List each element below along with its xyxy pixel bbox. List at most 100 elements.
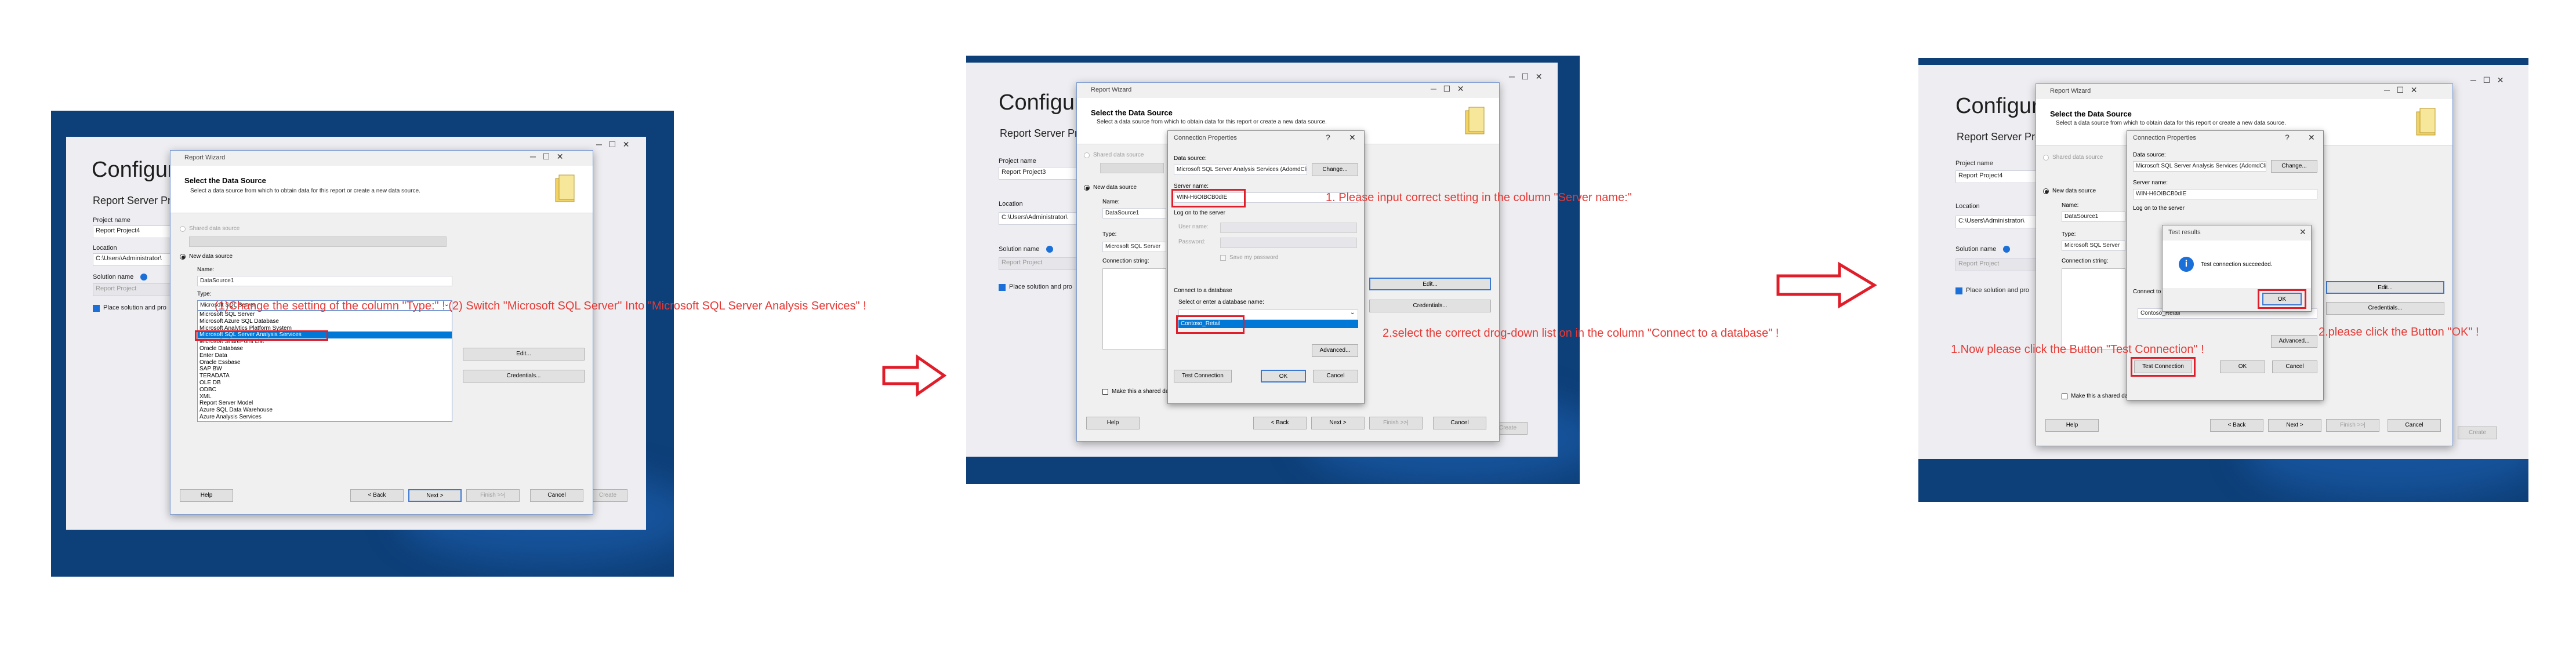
back-button[interactable]: < Back bbox=[350, 489, 404, 502]
type-option[interactable]: Microsoft Azure SQL Database bbox=[198, 318, 452, 325]
credentials-button[interactable]: Credentials... bbox=[1369, 300, 1491, 312]
type-option[interactable]: XML bbox=[198, 394, 452, 400]
edit-button[interactable]: Edit... bbox=[1369, 278, 1491, 290]
advanced-button[interactable]: Advanced... bbox=[2271, 335, 2317, 348]
type-label: Type: bbox=[1102, 231, 1117, 238]
finish-button[interactable]: Finish >>| bbox=[466, 489, 520, 502]
outer-window-controls: ─ ☐ ✕ bbox=[2470, 75, 2504, 85]
data-source-value: Microsoft SQL Server Analysis Services (… bbox=[1174, 165, 1307, 175]
cancel-button[interactable]: Cancel bbox=[2388, 419, 2441, 432]
help-button[interactable]: Help bbox=[2045, 419, 2099, 432]
change-button[interactable]: Change... bbox=[1312, 163, 1358, 176]
next-button[interactable]: Next > bbox=[408, 489, 462, 502]
ok-button[interactable]: OK bbox=[2220, 360, 2265, 373]
type-dropdown[interactable]: Microsoft SQL Server bbox=[2062, 241, 2125, 251]
project-name-input[interactable]: Report Project4 bbox=[93, 225, 174, 238]
solution-name-label: Solution name bbox=[93, 274, 134, 280]
type-option[interactable]: TERADATA bbox=[198, 373, 452, 380]
location-input[interactable]: C:\Users\Administrator\ bbox=[999, 212, 1080, 225]
wizard-window-controls[interactable]: ─ ☐ ✕ bbox=[530, 152, 564, 162]
location-input[interactable]: C:\Users\Administrator\ bbox=[1955, 216, 2037, 228]
type-dropdown[interactable]: Microsoft SQL Server bbox=[1102, 242, 1166, 252]
test-connection-button[interactable]: Test Connection bbox=[1174, 370, 1232, 382]
database-select-label: Select or enter a database name: bbox=[1178, 299, 1264, 305]
shared-datasource-dropdown[interactable] bbox=[189, 236, 447, 247]
type-option[interactable]: SAP BW bbox=[198, 366, 452, 373]
type-option[interactable]: OLE DB bbox=[198, 380, 452, 387]
cancel-button[interactable]: Cancel bbox=[530, 489, 583, 502]
new-radio[interactable] bbox=[180, 254, 186, 260]
finish-button[interactable]: Finish >>| bbox=[1369, 417, 1423, 429]
place-solution-checkbox[interactable] bbox=[1955, 287, 1962, 294]
shared-datasource-dropdown[interactable] bbox=[1100, 163, 1164, 173]
help-button[interactable]: Help bbox=[1086, 417, 1140, 429]
save-password-checkbox[interactable] bbox=[1220, 255, 1226, 261]
type-option[interactable]: Azure SQL Data Warehouse bbox=[198, 407, 452, 414]
type-option[interactable]: Report Server Model bbox=[198, 400, 452, 407]
project-name-input[interactable]: Report Project3 bbox=[999, 167, 1080, 180]
next-button[interactable]: Next > bbox=[2268, 419, 2321, 432]
type-option[interactable]: Oracle Essbase bbox=[198, 359, 452, 366]
help-icon[interactable]: ? bbox=[1326, 133, 1330, 142]
new-radio[interactable] bbox=[1084, 185, 1090, 191]
type-dropdown-list[interactable]: Microsoft SQL Server Microsoft Azure SQL… bbox=[197, 311, 452, 422]
ok-button[interactable]: OK bbox=[1261, 370, 1306, 382]
connection-string-box[interactable] bbox=[2062, 268, 2125, 349]
cancel-button[interactable]: Cancel bbox=[1433, 417, 1486, 429]
help-icon[interactable]: ? bbox=[2285, 133, 2290, 142]
advanced-button[interactable]: Advanced... bbox=[1312, 344, 1358, 357]
type-option[interactable]: Azure Analysis Services bbox=[198, 414, 452, 421]
solution-name-input[interactable]: Report Project bbox=[1955, 258, 2037, 271]
close-icon[interactable]: ✕ bbox=[2308, 133, 2315, 143]
user-name-input[interactable] bbox=[1220, 223, 1357, 233]
location-input[interactable]: C:\Users\Administrator\ bbox=[93, 253, 174, 266]
screenshot-panel-1: Configure Report Server Pro Project name… bbox=[51, 111, 674, 577]
create-button[interactable]: Create bbox=[588, 489, 627, 502]
project-name-input[interactable]: Report Project4 bbox=[1955, 170, 2037, 183]
wizard-window-controls[interactable]: ─ ☐ ✕ bbox=[1431, 84, 1464, 94]
solution-name-input[interactable]: Report Project bbox=[999, 257, 1080, 270]
new-radio-label: New data source bbox=[1093, 184, 1137, 191]
password-input[interactable] bbox=[1220, 238, 1357, 248]
back-button[interactable]: < Back bbox=[1253, 417, 1307, 429]
datasource-name-input[interactable]: DataSource1 bbox=[2062, 212, 2125, 222]
datasource-name-input[interactable]: DataSource1 bbox=[1102, 208, 1166, 218]
change-button[interactable]: Change... bbox=[2271, 160, 2317, 173]
next-button[interactable]: Next > bbox=[1311, 417, 1365, 429]
place-solution-label: Place solution and pro bbox=[1009, 283, 1072, 290]
datasource-name-input[interactable]: DataSource1 bbox=[197, 276, 452, 286]
cancel-button[interactable]: Cancel bbox=[2272, 360, 2317, 373]
type-option[interactable]: Enter Data bbox=[198, 352, 452, 359]
credentials-button[interactable]: Credentials... bbox=[463, 370, 585, 382]
finish-button[interactable]: Finish >>| bbox=[2326, 419, 2379, 432]
name-label: Name: bbox=[2062, 202, 2079, 209]
help-button[interactable]: Help bbox=[180, 489, 233, 502]
type-option[interactable]: ODBC bbox=[198, 387, 452, 394]
shared-radio-label: Shared data source bbox=[2052, 154, 2103, 161]
make-shared-checkbox[interactable] bbox=[2062, 394, 2067, 399]
shared-radio[interactable] bbox=[2043, 155, 2049, 161]
place-solution-label: Place solution and pro bbox=[103, 304, 166, 311]
wizard-window-controls[interactable]: ─ ☐ ✕ bbox=[2384, 85, 2418, 95]
edit-button[interactable]: Edit... bbox=[2326, 281, 2444, 294]
back-button[interactable]: < Back bbox=[2210, 419, 2263, 432]
wizard-header-desc: Select a data source from which to obtai… bbox=[1097, 119, 1327, 125]
shared-radio[interactable] bbox=[1084, 152, 1090, 158]
edit-button[interactable]: Edit... bbox=[463, 348, 585, 360]
create-button[interactable]: Create bbox=[2458, 427, 2497, 439]
close-icon[interactable]: ✕ bbox=[2299, 227, 2306, 237]
type-option[interactable]: Oracle Database bbox=[198, 345, 452, 352]
new-radio[interactable] bbox=[2043, 188, 2049, 194]
place-solution-checkbox[interactable] bbox=[93, 305, 100, 312]
solution-name-input[interactable]: Report Project bbox=[93, 283, 174, 296]
data-source-label: Data source: bbox=[2133, 152, 2166, 158]
place-solution-checkbox[interactable] bbox=[999, 284, 1006, 291]
connection-string-box[interactable] bbox=[1102, 268, 1166, 349]
server-name-input[interactable]: WIN-H6OIBCB0dIE bbox=[2133, 189, 2317, 199]
credentials-button[interactable]: Credentials... bbox=[2326, 302, 2444, 315]
annotation-step-3b: 2.please click the Button "OK" ! bbox=[2319, 326, 2479, 338]
close-icon[interactable]: ✕ bbox=[1349, 133, 1356, 143]
cancel-button[interactable]: Cancel bbox=[1313, 370, 1358, 382]
shared-radio[interactable] bbox=[180, 226, 186, 232]
make-shared-checkbox[interactable] bbox=[1102, 389, 1108, 395]
